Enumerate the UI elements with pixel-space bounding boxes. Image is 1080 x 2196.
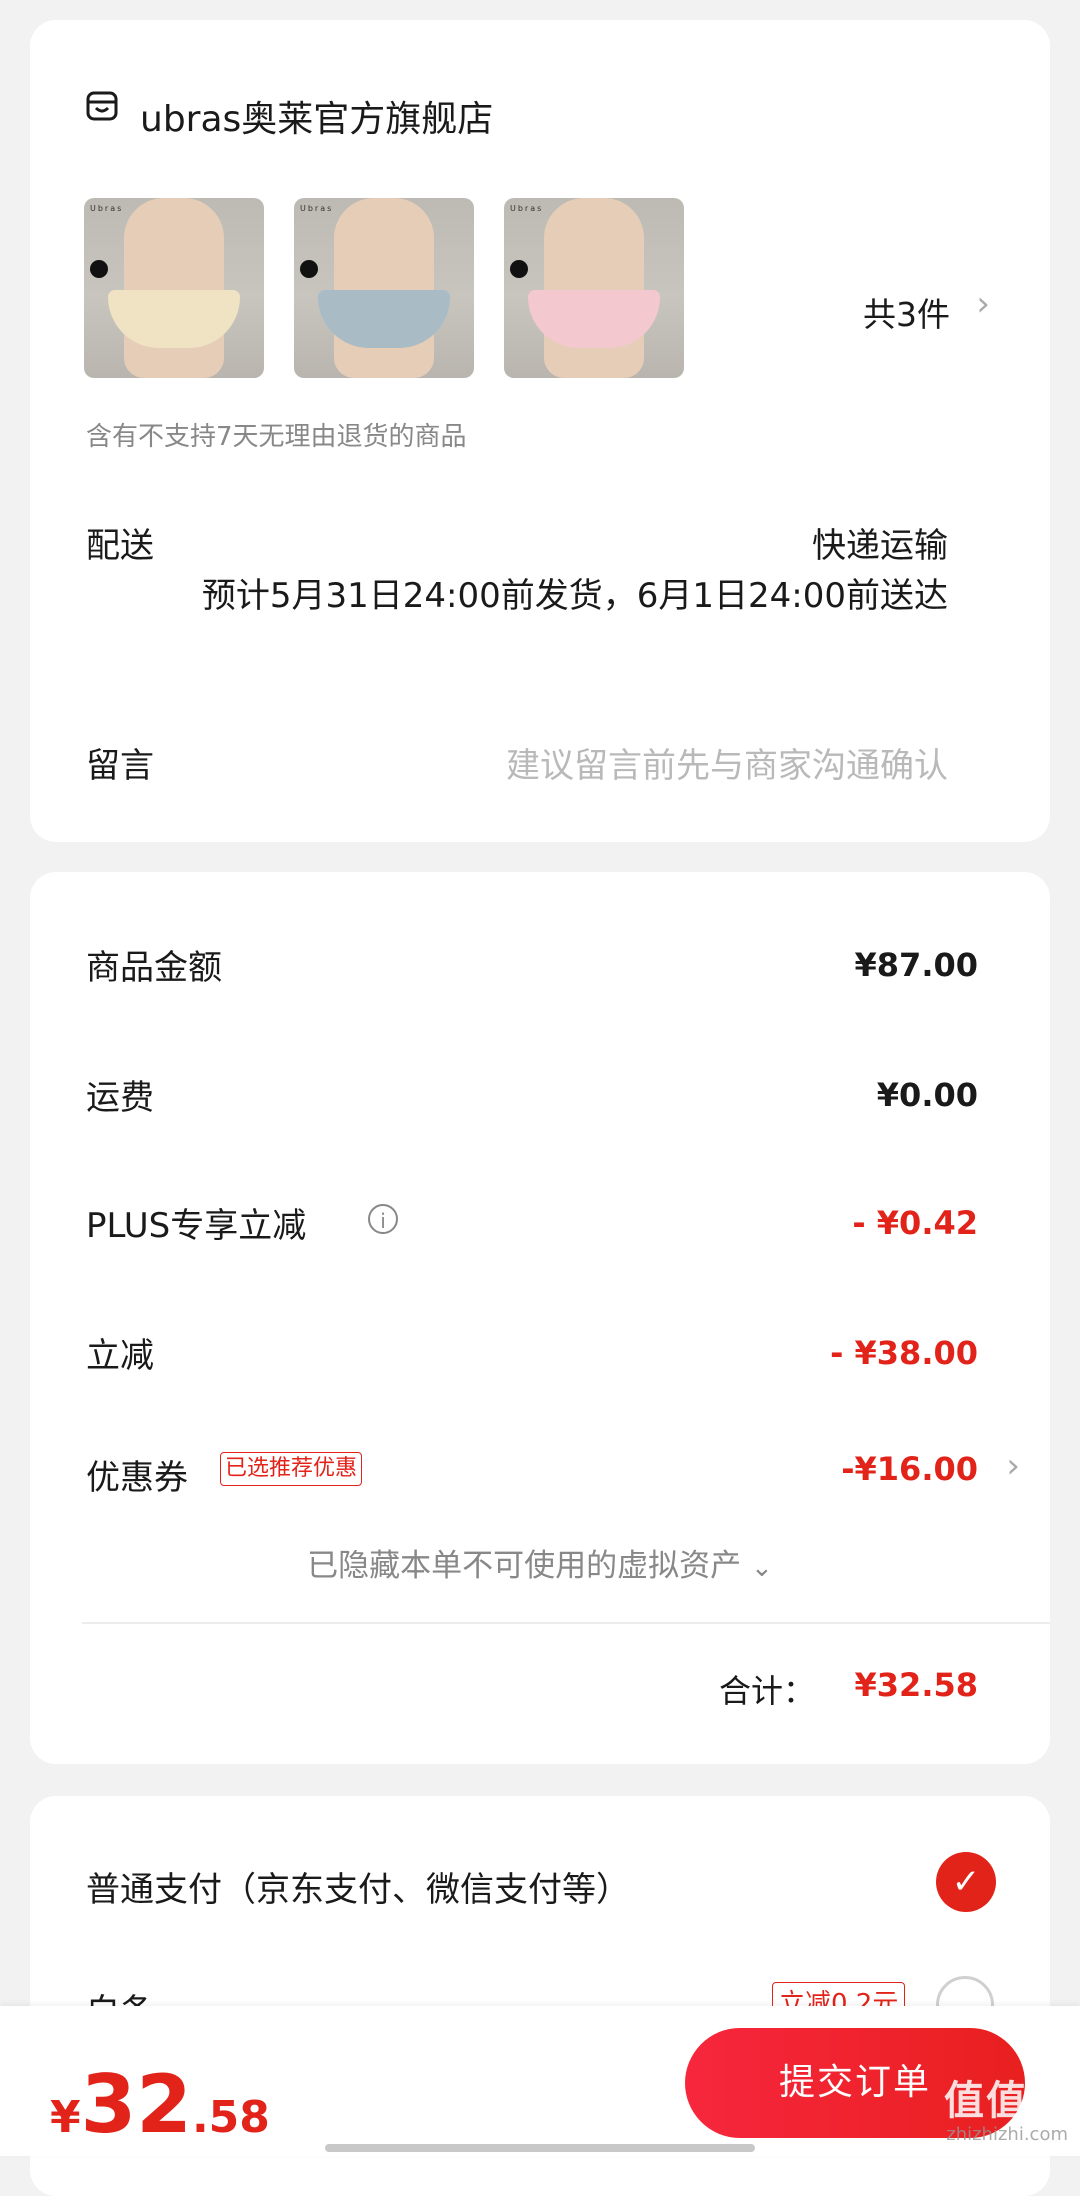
plus-discount-label: PLUS专享立减 [86,1206,307,1246]
watermark: 值值值 [944,2078,1070,2124]
size-badge [510,260,528,278]
home-indicator[interactable] [325,2144,755,2152]
info-icon[interactable]: i [368,1204,398,1234]
delivery-method[interactable]: 快递运输 [812,518,948,567]
currency-symbol: ¥ [50,2092,81,2143]
size-badge [90,260,108,278]
product-thumbnail[interactable]: Ubras [504,198,684,378]
subtotal-value: ¥87.00 [854,946,978,984]
payment-option-standard[interactable]: 普通支付（京东支付、微信支付等） [86,1862,630,1911]
delivery-estimate: 预计5月31日24:00前发货，6月1日24:00前送达 [201,576,948,616]
product-thumbnail[interactable]: Ubras [294,198,474,378]
hidden-assets-toggle[interactable]: 已隐藏本单不可使用的虚拟资产 ⌄ [30,1540,1050,1585]
instant-discount-value: - ¥38.00 [830,1334,978,1372]
return-policy-notice: 含有不支持7天无理由退货的商品 [86,422,467,452]
item-count[interactable]: 共3件 [863,288,950,336]
hidden-assets-label: 已隐藏本单不可使用的虚拟资产 [307,1548,742,1584]
total-label: 合计： [718,1672,815,1710]
subtotal-label: 商品金额 [86,948,222,988]
coupon-label: 优惠券 [86,1458,188,1498]
size-badge [300,260,318,278]
product-brand: Ubras [90,204,124,213]
price-card [30,872,1050,1764]
instant-discount-label: 立减 [86,1336,154,1376]
final-price: ¥32.58 [50,2058,270,2151]
coupon-value[interactable]: -¥16.00 [841,1450,978,1488]
price-integer: 32 [80,2058,192,2151]
shop-card: ubras奥莱官方旗舰店 Ubras Ubras Ubras 共3件 › 含有不… [30,20,1050,842]
plus-discount-value: - ¥0.42 [852,1204,978,1242]
total-value: ¥32.58 [854,1666,978,1704]
store-name[interactable]: ubras奥莱官方旗舰店 [140,102,493,138]
checkout-bar: ¥32.58 提交订单 值值值 zhizhizhi.com [0,2006,1080,2156]
product-thumbnail[interactable]: Ubras [84,198,264,378]
price-decimal: .58 [191,2092,270,2143]
shipping-label: 运费 [86,1078,154,1118]
chevron-right-icon[interactable]: › [1006,1446,1020,1486]
shipping-value: ¥0.00 [876,1076,978,1114]
delivery-label: 配送 [86,526,154,566]
product-brand: Ubras [300,204,334,213]
product-brand: Ubras [510,204,544,213]
check-icon[interactable]: ✓ [936,1852,996,1912]
message-label: 留言 [86,746,154,786]
message-input[interactable]: 建议留言前先与商家沟通确认 [506,738,948,787]
chevron-right-icon[interactable]: › [976,284,990,324]
chevron-down-icon: ⌄ [751,1553,773,1583]
watermark-url: zhizhizhi.com [946,2124,1068,2145]
coupon-tag[interactable]: 已选推荐优惠 [220,1452,363,1486]
divider [82,1622,1050,1624]
store-icon [86,91,118,121]
